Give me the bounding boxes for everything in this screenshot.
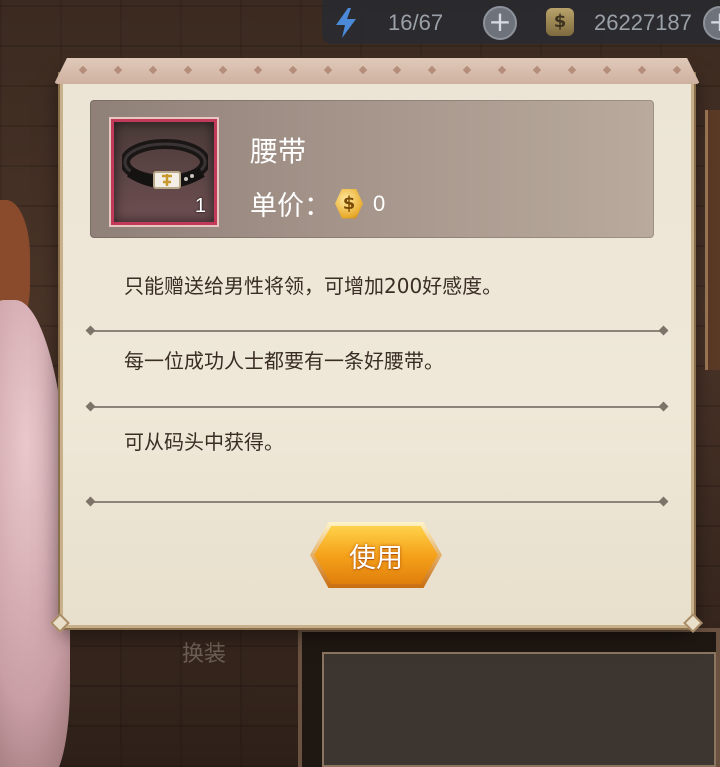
section-divider bbox=[90, 406, 664, 408]
energy-count: 16/67 bbox=[388, 10, 444, 35]
price-value: 0 bbox=[373, 190, 386, 216]
background-frame bbox=[705, 110, 720, 370]
money-count: 26227187 bbox=[594, 10, 692, 35]
effect-description: 只能赠送给男性将领，可增加200好感度。 bbox=[124, 274, 503, 298]
item-name: 腰带 bbox=[250, 135, 307, 168]
background-panel bbox=[298, 628, 720, 767]
section-divider bbox=[90, 330, 664, 332]
item-count: 1 bbox=[194, 195, 206, 217]
gold-coin-icon: $ bbox=[335, 188, 363, 219]
belt-icon bbox=[122, 139, 208, 189]
dollar-coin-icon: $ bbox=[546, 8, 574, 36]
use-button-label: 使用 bbox=[349, 542, 403, 574]
flavor-description: 每一位成功人士都要有一条好腰带。 bbox=[124, 349, 444, 373]
rail-decoration bbox=[78, 65, 682, 75]
item-slot: 1 bbox=[111, 119, 217, 225]
section-divider bbox=[90, 501, 664, 503]
lightning-icon bbox=[336, 8, 356, 38]
use-button[interactable]: 使用 bbox=[314, 526, 438, 584]
dress-up-label: 换装 bbox=[182, 642, 227, 667]
price-label: 单价： bbox=[250, 191, 331, 222]
price-row: 单价： $ 0 bbox=[250, 184, 385, 223]
add-energy-button[interactable]: + bbox=[483, 6, 517, 40]
source-description: 可从码头中获得。 bbox=[124, 430, 284, 454]
